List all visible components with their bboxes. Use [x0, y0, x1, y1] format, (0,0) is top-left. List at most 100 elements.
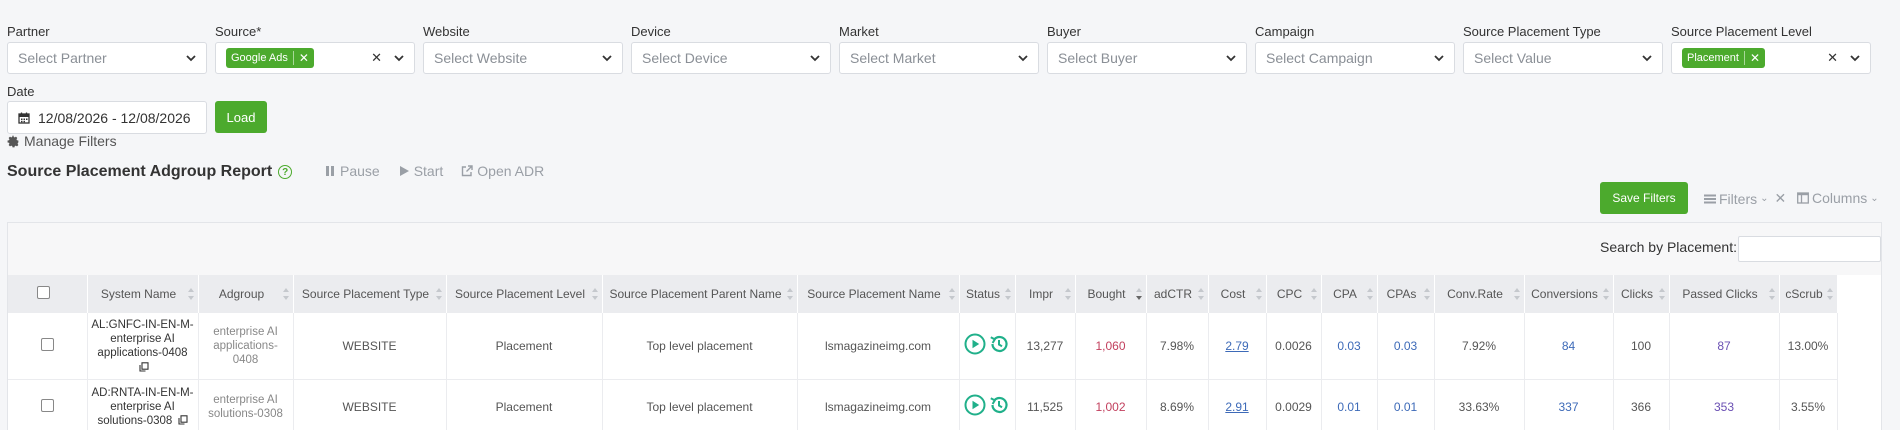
column-header[interactable]: Source Placement Level — [446, 275, 603, 313]
placeholder: Select Partner — [18, 50, 107, 66]
history-icon[interactable] — [988, 333, 1010, 355]
device-select[interactable]: Select Device — [631, 42, 831, 74]
close-icon[interactable]: ✕ — [1775, 190, 1787, 207]
sort-icon — [1310, 288, 1317, 300]
column-header[interactable]: cScrub — [1779, 275, 1838, 313]
column-header[interactable]: Clicks — [1613, 275, 1670, 313]
select-all-checkbox[interactable] — [36, 286, 50, 299]
market-select[interactable]: Select Market — [839, 42, 1039, 74]
buyer-select[interactable]: Select Buyer — [1047, 42, 1247, 74]
column-header[interactable]: Adgroup — [198, 275, 294, 313]
copy-icon[interactable] — [177, 415, 188, 426]
adctr-cell: 7.98% — [1146, 313, 1209, 380]
filter-source-placement-level: Source Placement Level Placement ✕ ✕ — [1671, 22, 1879, 74]
column-header[interactable]: CPC — [1266, 275, 1322, 313]
column-header-label: Source Placement Name — [807, 287, 941, 301]
cost-link[interactable]: 2.79 — [1225, 339, 1248, 353]
pause-button[interactable]: Pause — [324, 163, 380, 179]
column-header-label: CPC — [1276, 287, 1303, 301]
filter-buyer: Buyer Select Buyer — [1047, 22, 1255, 74]
save-filters-button[interactable]: Save Filters — [1600, 182, 1688, 214]
filter-label: Source Placement Level — [1671, 24, 1812, 39]
row-checkbox[interactable] — [40, 398, 54, 412]
conv-rate-cell: 7.92% — [1434, 313, 1525, 380]
chevron-down-icon — [392, 51, 406, 65]
column-header[interactable]: Impr — [1015, 275, 1076, 313]
sort-icon — [1826, 288, 1833, 300]
date-range-input[interactable]: 12/08/2026 - 12/08/2026 — [7, 101, 207, 134]
column-header[interactable]: Source Placement Type — [293, 275, 447, 313]
report-table: System Name Adgroup Source Placement Typ… — [8, 275, 1838, 430]
column-header[interactable]: Passed Clicks — [1669, 275, 1780, 313]
filter-label: Website — [423, 24, 470, 39]
column-header-label: Passed Clicks — [1682, 287, 1758, 301]
sort-icon — [187, 288, 194, 300]
date-label: Date — [7, 84, 35, 99]
source-placement-type-select[interactable]: Select Value — [1463, 42, 1663, 74]
column-header[interactable]: Conversions — [1524, 275, 1614, 313]
row-select-cell — [8, 313, 88, 380]
column-header[interactable]: Bought — [1075, 275, 1147, 313]
columns-menu[interactable]: Columns ⌄ — [1797, 190, 1879, 206]
table-search-bar: Search by Placement: — [8, 223, 1881, 275]
start-button[interactable]: Start — [398, 163, 444, 179]
column-header[interactable]: CPA — [1321, 275, 1378, 313]
manage-filters-link[interactable]: Manage Filters — [7, 133, 117, 149]
column-header-label: Adgroup — [218, 287, 265, 301]
filters-menu[interactable]: Filters ⌄ ✕ — [1704, 190, 1786, 207]
placement-search-input[interactable] — [1738, 236, 1881, 262]
adgroup-cell: enterprise AI applications-0408 — [198, 313, 294, 380]
column-header[interactable]: CPAs — [1377, 275, 1435, 313]
column-header[interactable]: Cost — [1208, 275, 1267, 313]
chevron-down-icon — [1848, 51, 1862, 65]
placeholder: Select Value — [1474, 50, 1552, 66]
start-label: Start — [413, 163, 444, 179]
filter-source: Source* Google Ads ✕ ✕ — [215, 22, 423, 74]
column-header[interactable]: Conv.Rate — [1434, 275, 1525, 313]
table-row: AL:GNFC-IN-EN-M-enterprise AI applicatio… — [8, 313, 1838, 380]
search-label: Search by Placement: — [1600, 239, 1737, 255]
chevron-down-icon — [1224, 51, 1238, 65]
filter-label: Buyer — [1047, 24, 1081, 39]
table-row: AD:RNTA-IN-EN-M-enterprise AI solutions-… — [8, 379, 1838, 430]
clear-icon[interactable]: ✕ — [371, 50, 382, 66]
history-icon[interactable] — [988, 394, 1010, 416]
sort-icon — [1366, 288, 1373, 300]
list-icon — [1704, 194, 1716, 203]
system-name-cell: AD:RNTA-IN-EN-M-enterprise AI solutions-… — [87, 379, 199, 430]
partner-select[interactable]: Select Partner — [7, 42, 207, 74]
filter-label: Device — [631, 24, 671, 39]
source-placement-level-select[interactable]: Placement ✕ ✕ — [1671, 42, 1871, 74]
adgroup-cell: enterprise AI solutions-0308 — [198, 379, 294, 430]
column-header[interactable]: Status — [959, 275, 1016, 313]
load-button[interactable]: Load — [215, 101, 267, 133]
column-header[interactable]: System Name — [87, 275, 199, 313]
cost-link[interactable]: 2.91 — [1225, 400, 1248, 414]
row-checkbox[interactable] — [40, 337, 54, 351]
help-icon[interactable]: ? — [278, 165, 293, 179]
copy-icon[interactable] — [138, 361, 149, 372]
sort-icon — [948, 288, 955, 300]
source-select[interactable]: Google Ads ✕ ✕ — [215, 42, 415, 74]
filter-device: Device Select Device — [631, 22, 839, 74]
column-header[interactable]: Source Placement Parent Name — [602, 275, 798, 313]
play-circle-icon[interactable] — [964, 333, 986, 355]
filter-campaign: Campaign Select Campaign — [1255, 22, 1463, 74]
tag-label: Google Ads — [231, 52, 288, 64]
sort-icon — [282, 288, 289, 300]
column-header[interactable]: Source Placement Name — [797, 275, 960, 313]
clear-icon[interactable]: ✕ — [1827, 50, 1838, 66]
column-header[interactable]: adCTR — [1146, 275, 1209, 313]
filters-menu-label: Filters — [1719, 190, 1758, 207]
placeholder: Select Buyer — [1058, 50, 1138, 66]
open-adr-button[interactable]: Open ADR — [461, 163, 544, 179]
remove-tag-icon[interactable]: ✕ — [1750, 51, 1760, 65]
filter-label: Partner — [7, 24, 50, 39]
website-select[interactable]: Select Website — [423, 42, 623, 74]
cost-cell: 2.79 — [1208, 313, 1267, 380]
remove-tag-icon[interactable]: ✕ — [299, 51, 309, 65]
table-header-row: System Name Adgroup Source Placement Typ… — [8, 275, 1838, 313]
campaign-select[interactable]: Select Campaign — [1255, 42, 1455, 74]
play-circle-icon[interactable] — [964, 394, 986, 416]
bought-cell: 1,060 — [1075, 313, 1147, 380]
